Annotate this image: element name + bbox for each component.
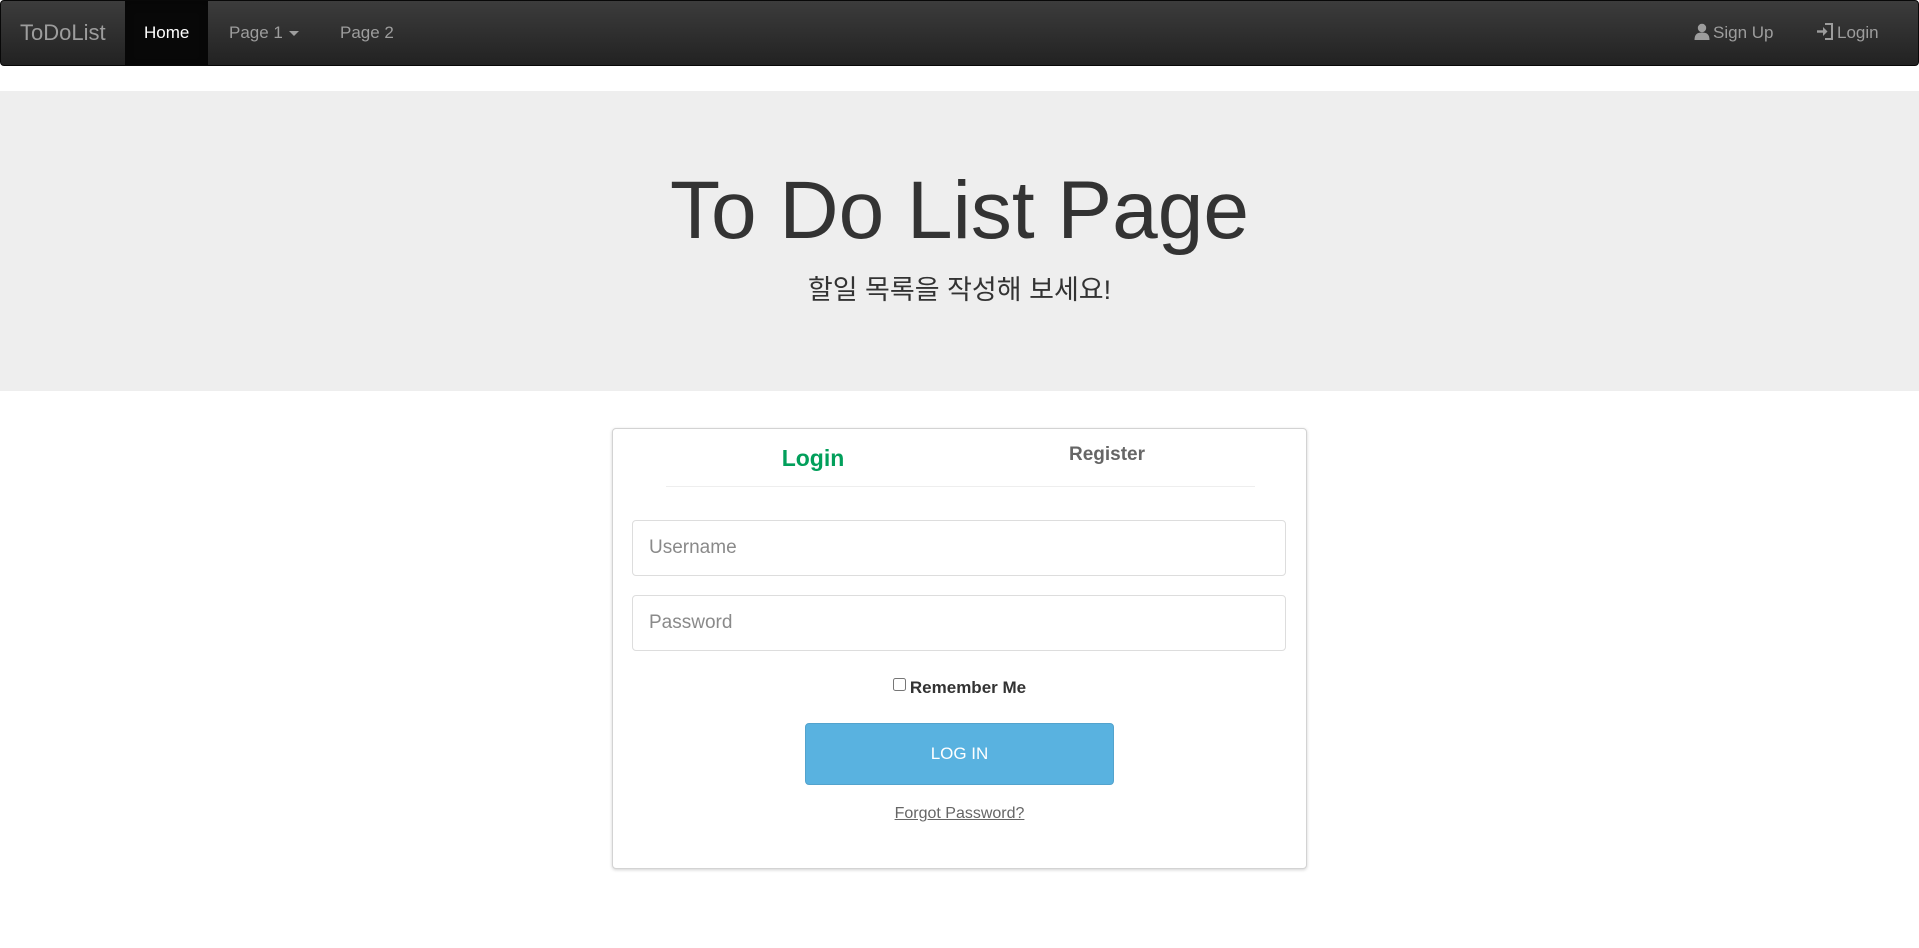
nav-home-label: Home xyxy=(144,23,190,42)
page-title: To Do List Page xyxy=(670,165,1249,256)
tab-login[interactable]: Login xyxy=(666,429,960,487)
nav-sign-up-label: Sign Up xyxy=(1713,23,1774,42)
nav-page-2[interactable]: Page 2 xyxy=(321,1,413,65)
remember-me-row: Remember Me xyxy=(613,674,1306,702)
forgot-password-link[interactable]: Forgot Password? xyxy=(613,805,1306,823)
username-input[interactable] xyxy=(632,520,1286,576)
panel-tabs: Login Register xyxy=(666,429,1255,487)
nav-sign-up[interactable]: Sign Up xyxy=(1675,1,1792,65)
login-submit-button[interactable]: LOG IN xyxy=(805,723,1114,785)
log-in-icon xyxy=(1816,3,1834,67)
password-input[interactable] xyxy=(632,595,1286,651)
page-subtitle: 할일 목록을 작성해 보세요! xyxy=(807,275,1112,305)
nav-home[interactable]: Home xyxy=(125,1,209,65)
caret-down-icon xyxy=(288,31,299,37)
remember-me-checkbox[interactable] xyxy=(892,678,906,691)
nav-page-2-label: Page 2 xyxy=(340,23,394,42)
login-panel: Login Register Remember Me LOG IN Forgot… xyxy=(612,428,1307,869)
remember-me-label[interactable]: Remember Me xyxy=(910,678,1026,697)
top-navbar: ToDoList Home Page 1 Page 2 Sign Up Logi… xyxy=(0,0,1919,66)
nav-login[interactable]: Login xyxy=(1797,1,1898,65)
nav-page-1-label: Page 1 xyxy=(229,23,283,42)
hero-banner: To Do List Page 할일 목록을 작성해 보세요! xyxy=(0,91,1919,391)
nav-page-1-dropdown[interactable]: Page 1 xyxy=(210,1,318,65)
user-icon xyxy=(1694,3,1710,67)
brand-link[interactable]: ToDoList xyxy=(20,1,106,65)
nav-login-label: Login xyxy=(1837,23,1879,42)
tab-register[interactable]: Register xyxy=(960,429,1254,487)
